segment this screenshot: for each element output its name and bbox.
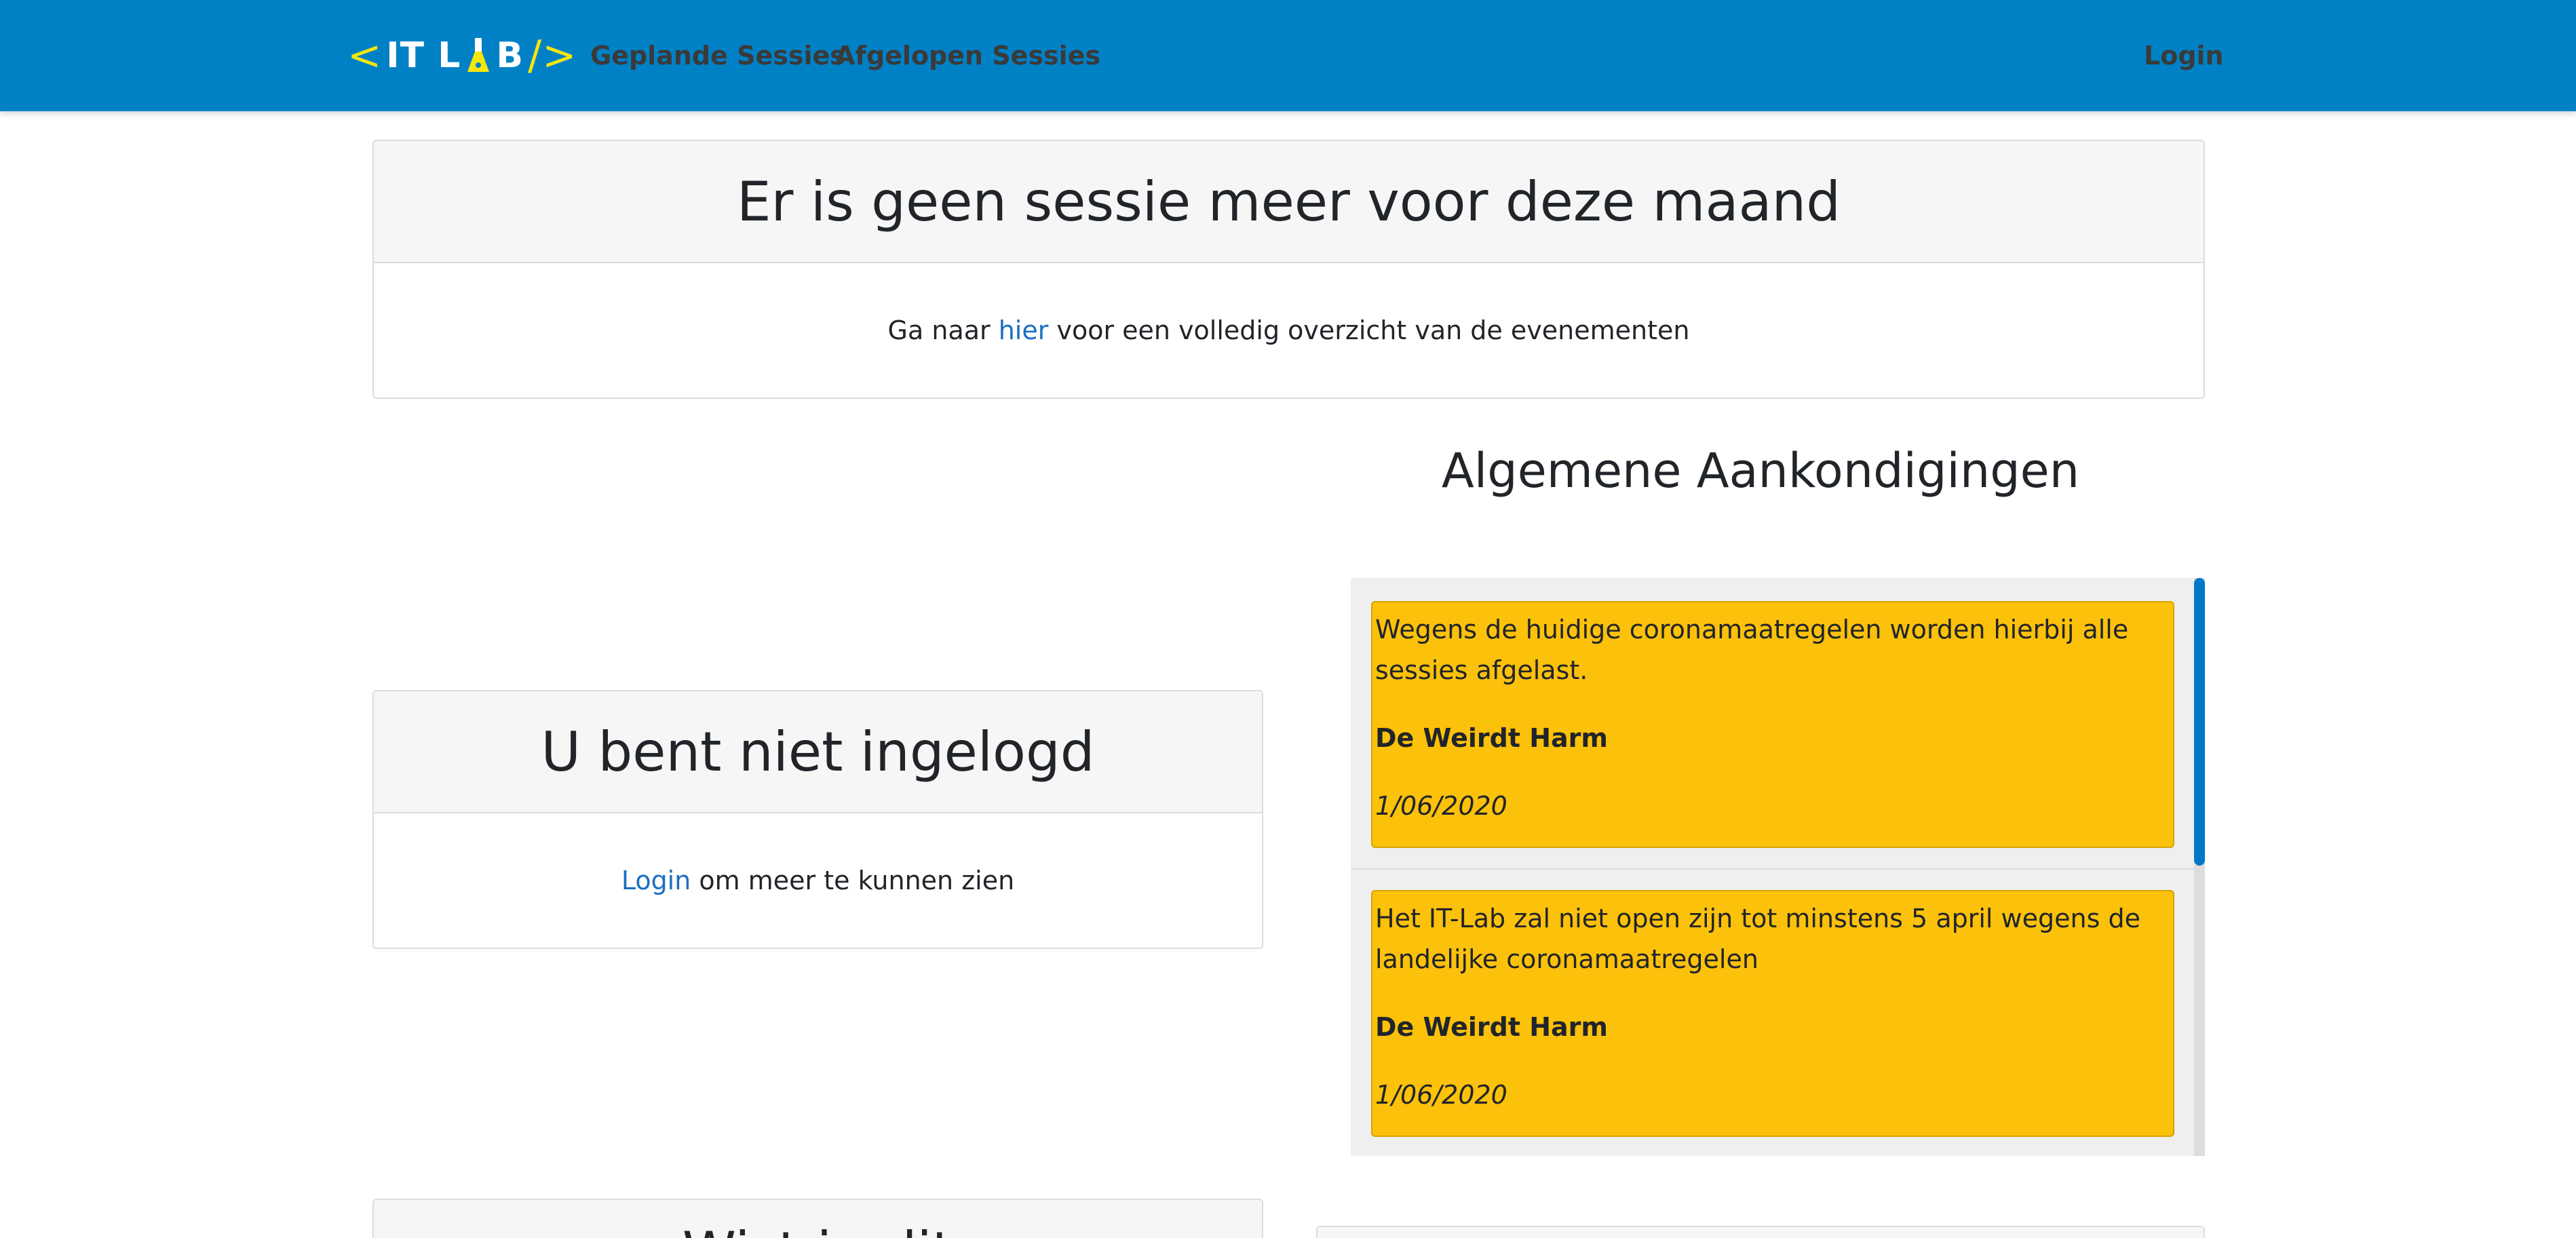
- login-text-after: om meer te kunnen zien: [691, 866, 1015, 895]
- announcement-author: De Weirdt Harm: [1375, 1012, 1609, 1042]
- no-session-card: Er is geen sessie meer voor deze maand G…: [372, 140, 2205, 399]
- announcements-scrollbar[interactable]: [2194, 578, 2205, 1156]
- nav-afgelopen-sessies[interactable]: Afgelopen Sessies: [835, 35, 1100, 76]
- announcement-item: Wegens de huidige coronamaatregelen word…: [1371, 601, 2174, 848]
- overview-link[interactable]: hier: [999, 315, 1049, 345]
- login-link[interactable]: Login: [621, 866, 691, 895]
- logo-text-a: IT L: [386, 35, 461, 76]
- no-session-body: Ga naar hier voor een volledig overzicht…: [374, 263, 2204, 398]
- info-card: Wist je dit: [372, 1199, 1263, 1238]
- secondary-card-header: [1318, 1227, 2204, 1238]
- not-logged-in-card: U bent niet ingelogd Login om meer te ku…: [372, 690, 1263, 949]
- info-card-title: Wist je dit: [374, 1200, 1262, 1238]
- announcement-text: Het IT-Lab zal niet open zijn tot minste…: [1375, 904, 2140, 974]
- not-logged-in-body: Login om meer te kunnen zien: [374, 813, 1262, 948]
- no-session-text-before: Ga naar: [887, 315, 999, 345]
- announcements-title: Algemene Aankondigingen: [1441, 443, 2080, 499]
- announcement-divider: [1351, 868, 2194, 870]
- secondary-card: [1316, 1226, 2205, 1238]
- flask-icon: [466, 37, 491, 75]
- navbar: < IT L B /> Geplande Sessies Afgelopen S…: [0, 0, 2576, 111]
- not-logged-in-title: U bent niet ingelogd: [374, 691, 1262, 813]
- logo-right-bracket: />: [527, 32, 577, 79]
- nav-geplande-sessies[interactable]: Geplande Sessies: [590, 35, 845, 76]
- announcement-text: Wegens de huidige coronamaatregelen word…: [1375, 615, 2129, 685]
- no-session-text-after: voor een volledig overzicht van de evene…: [1048, 315, 1690, 345]
- announcement-date: 1/06/2020: [1375, 1080, 1507, 1110]
- logo-left-bracket: <: [347, 32, 383, 79]
- no-session-title: Er is geen sessie meer voor deze maand: [374, 141, 2204, 263]
- scrollbar-thumb[interactable]: [2194, 578, 2205, 866]
- logo-text-b: B: [496, 35, 524, 76]
- it-lab-logo[interactable]: < IT L B />: [347, 23, 577, 88]
- announcement-item: Het IT-Lab zal niet open zijn tot minste…: [1371, 890, 2174, 1137]
- announcement-date: 1/06/2020: [1375, 791, 1507, 821]
- nav-login[interactable]: Login: [2144, 35, 2224, 76]
- announcement-author: De Weirdt Harm: [1375, 723, 1609, 753]
- announcements-list: Wegens de huidige coronamaatregelen word…: [1351, 578, 2205, 1156]
